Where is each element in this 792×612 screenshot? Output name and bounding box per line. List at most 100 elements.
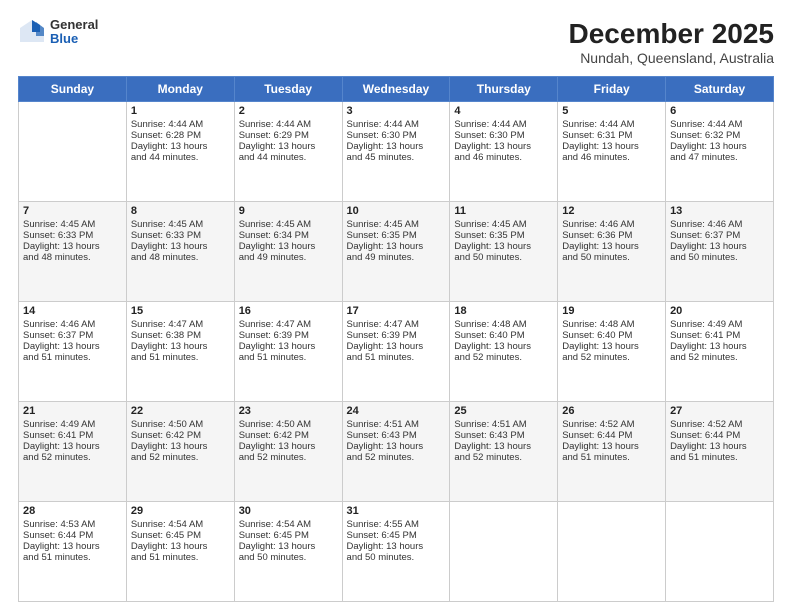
day-info-line: Sunset: 6:40 PM bbox=[454, 330, 553, 341]
col-sunday: Sunday bbox=[19, 77, 127, 102]
table-row: 12Sunrise: 4:46 AMSunset: 6:36 PMDayligh… bbox=[558, 202, 666, 302]
day-info-line: Daylight: 13 hours bbox=[239, 241, 338, 252]
day-info-line: Sunrise: 4:44 AM bbox=[454, 119, 553, 130]
day-number: 30 bbox=[239, 505, 338, 517]
table-row: 7Sunrise: 4:45 AMSunset: 6:33 PMDaylight… bbox=[19, 202, 127, 302]
day-info-line: Sunrise: 4:54 AM bbox=[239, 519, 338, 530]
day-info-line: Sunset: 6:33 PM bbox=[131, 230, 230, 241]
day-info-line: Daylight: 13 hours bbox=[131, 341, 230, 352]
day-info-line: Daylight: 13 hours bbox=[454, 441, 553, 452]
day-info-line: Sunrise: 4:44 AM bbox=[131, 119, 230, 130]
day-info-line: Sunset: 6:41 PM bbox=[23, 430, 122, 441]
day-info-line: Daylight: 13 hours bbox=[131, 141, 230, 152]
day-info-line: and 52 minutes. bbox=[239, 452, 338, 463]
day-info-line: Sunrise: 4:46 AM bbox=[670, 219, 769, 230]
day-info-line: and 45 minutes. bbox=[347, 152, 446, 163]
day-info-line: Sunrise: 4:45 AM bbox=[239, 219, 338, 230]
day-info-line: Sunset: 6:44 PM bbox=[23, 530, 122, 541]
day-info-line: Sunset: 6:32 PM bbox=[670, 130, 769, 141]
day-info-line: and 51 minutes. bbox=[23, 552, 122, 563]
table-row: 22Sunrise: 4:50 AMSunset: 6:42 PMDayligh… bbox=[126, 402, 234, 502]
day-info-line: Daylight: 13 hours bbox=[670, 441, 769, 452]
day-number: 19 bbox=[562, 305, 661, 317]
page: General Blue December 2025 Nundah, Queen… bbox=[0, 0, 792, 612]
day-info-line: Sunset: 6:31 PM bbox=[562, 130, 661, 141]
day-info-line: Sunset: 6:28 PM bbox=[131, 130, 230, 141]
day-info-line: and 51 minutes. bbox=[670, 452, 769, 463]
col-monday: Monday bbox=[126, 77, 234, 102]
day-info-line: Daylight: 13 hours bbox=[347, 541, 446, 552]
day-info-line: Sunrise: 4:53 AM bbox=[23, 519, 122, 530]
day-info-line: Sunrise: 4:46 AM bbox=[23, 319, 122, 330]
day-info-line: Daylight: 13 hours bbox=[562, 441, 661, 452]
table-row: 31Sunrise: 4:55 AMSunset: 6:45 PMDayligh… bbox=[342, 502, 450, 602]
day-number: 6 bbox=[670, 105, 769, 117]
day-info-line: Sunset: 6:33 PM bbox=[23, 230, 122, 241]
table-row: 5Sunrise: 4:44 AMSunset: 6:31 PMDaylight… bbox=[558, 102, 666, 202]
day-number: 3 bbox=[347, 105, 446, 117]
day-number: 17 bbox=[347, 305, 446, 317]
day-info-line: Daylight: 13 hours bbox=[131, 441, 230, 452]
day-number: 18 bbox=[454, 305, 553, 317]
day-info-line: and 52 minutes. bbox=[454, 352, 553, 363]
day-info-line: Sunset: 6:35 PM bbox=[347, 230, 446, 241]
day-info-line: Daylight: 13 hours bbox=[239, 541, 338, 552]
day-info-line: Sunset: 6:43 PM bbox=[454, 430, 553, 441]
table-row: 2Sunrise: 4:44 AMSunset: 6:29 PMDaylight… bbox=[234, 102, 342, 202]
subtitle: Nundah, Queensland, Australia bbox=[569, 50, 774, 66]
day-info-line: Sunrise: 4:50 AM bbox=[239, 419, 338, 430]
day-info-line: Sunrise: 4:49 AM bbox=[23, 419, 122, 430]
day-number: 16 bbox=[239, 305, 338, 317]
calendar-week-row: 14Sunrise: 4:46 AMSunset: 6:37 PMDayligh… bbox=[19, 302, 774, 402]
day-info-line: Sunset: 6:37 PM bbox=[23, 330, 122, 341]
day-info-line: Daylight: 13 hours bbox=[131, 241, 230, 252]
day-info-line: Sunset: 6:35 PM bbox=[454, 230, 553, 241]
main-title: December 2025 bbox=[569, 18, 774, 50]
day-info-line: Sunrise: 4:47 AM bbox=[347, 319, 446, 330]
day-info-line: Daylight: 13 hours bbox=[562, 341, 661, 352]
table-row: 16Sunrise: 4:47 AMSunset: 6:39 PMDayligh… bbox=[234, 302, 342, 402]
day-number: 12 bbox=[562, 205, 661, 217]
title-block: December 2025 Nundah, Queensland, Austra… bbox=[569, 18, 774, 66]
day-number: 1 bbox=[131, 105, 230, 117]
day-info-line: Sunset: 6:40 PM bbox=[562, 330, 661, 341]
col-tuesday: Tuesday bbox=[234, 77, 342, 102]
table-row: 26Sunrise: 4:52 AMSunset: 6:44 PMDayligh… bbox=[558, 402, 666, 502]
day-info-line: Sunset: 6:42 PM bbox=[239, 430, 338, 441]
day-info-line: Sunrise: 4:50 AM bbox=[131, 419, 230, 430]
day-info-line: Sunrise: 4:55 AM bbox=[347, 519, 446, 530]
day-info-line: and 50 minutes. bbox=[347, 552, 446, 563]
table-row: 1 Sunrise: 4:44 AMSunset: 6:28 PMDaylight… bbox=[126, 102, 234, 202]
day-number: 25 bbox=[454, 405, 553, 417]
day-number: 20 bbox=[670, 305, 769, 317]
day-info-line: and 51 minutes. bbox=[347, 352, 446, 363]
table-row: 28Sunrise: 4:53 AMSunset: 6:44 PMDayligh… bbox=[19, 502, 127, 602]
table-row: 17 Sunrise: 4:47 AMSunset: 6:39 PMDayligh… bbox=[342, 302, 450, 402]
table-row: 10Sunrise: 4:45 AMSunset: 6:35 PMDayligh… bbox=[342, 202, 450, 302]
day-number: 27 bbox=[670, 405, 769, 417]
day-info-line: Daylight: 13 hours bbox=[23, 241, 122, 252]
day-info-line: Sunset: 6:39 PM bbox=[239, 330, 338, 341]
day-number: 22 bbox=[131, 405, 230, 417]
day-info-line: Daylight: 13 hours bbox=[347, 441, 446, 452]
calendar-week-row: 21Sunrise: 4:49 AMSunset: 6:41 PMDayligh… bbox=[19, 402, 774, 502]
day-info-line: Sunset: 6:39 PM bbox=[347, 330, 446, 341]
day-info-line: Daylight: 13 hours bbox=[347, 341, 446, 352]
day-info-line: Sunrise: 4:52 AM bbox=[562, 419, 661, 430]
day-info-line: Sunrise: 4:44 AM bbox=[562, 119, 661, 130]
table-row: 9Sunrise: 4:45 AMSunset: 6:34 PMDaylight… bbox=[234, 202, 342, 302]
day-info-line: Sunrise: 4:47 AM bbox=[239, 319, 338, 330]
day-info-line: and 44 minutes. bbox=[131, 152, 230, 163]
logo-general: General bbox=[50, 18, 98, 32]
day-info-line: and 52 minutes. bbox=[454, 452, 553, 463]
table-row: 14Sunrise: 4:46 AMSunset: 6:37 PMDayligh… bbox=[19, 302, 127, 402]
day-number: 11 bbox=[454, 205, 553, 217]
day-info-line: Daylight: 13 hours bbox=[562, 141, 661, 152]
day-info-line: and 51 minutes. bbox=[131, 352, 230, 363]
logo-blue: Blue bbox=[50, 32, 98, 46]
day-info-line: Sunset: 6:44 PM bbox=[670, 430, 769, 441]
table-row: 21Sunrise: 4:49 AMSunset: 6:41 PMDayligh… bbox=[19, 402, 127, 502]
day-number: 31 bbox=[347, 505, 446, 517]
day-info-line: and 50 minutes. bbox=[239, 552, 338, 563]
day-info-line: and 50 minutes. bbox=[670, 252, 769, 263]
